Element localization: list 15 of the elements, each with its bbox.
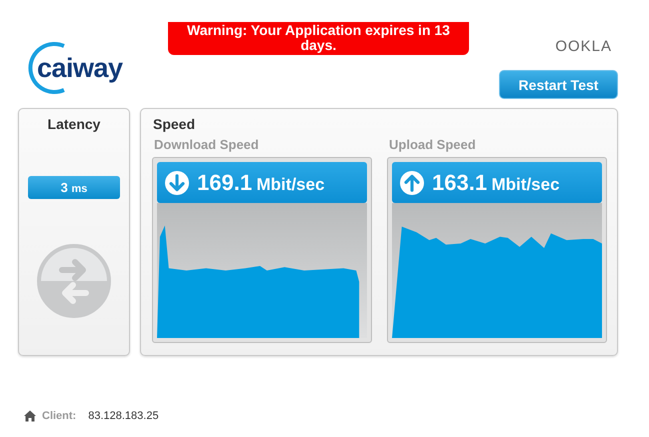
speed-value: 163.1 Mbit/sec [432, 170, 560, 196]
speed-value: 169.1 Mbit/sec [197, 170, 325, 196]
ookla-logo: OOKLA [555, 38, 612, 55]
test-label: Upload Speed [389, 137, 477, 152]
latency-title: Latency [48, 116, 100, 132]
home-icon [24, 410, 36, 422]
client-ip: 83.128.183.25 [88, 410, 159, 422]
caiway-logo: caiway [28, 40, 128, 96]
restart-test-button[interactable]: Restart Test [499, 70, 618, 99]
warning-banner: Warning: Your Application expires in 13 days. [168, 22, 469, 55]
speed-title: Speed [153, 116, 196, 132]
test-label: Download Speed [154, 137, 260, 152]
client-label: Client: [42, 410, 76, 422]
arrows-circle-icon [36, 243, 112, 319]
latency-value: 3 ms [28, 176, 120, 199]
